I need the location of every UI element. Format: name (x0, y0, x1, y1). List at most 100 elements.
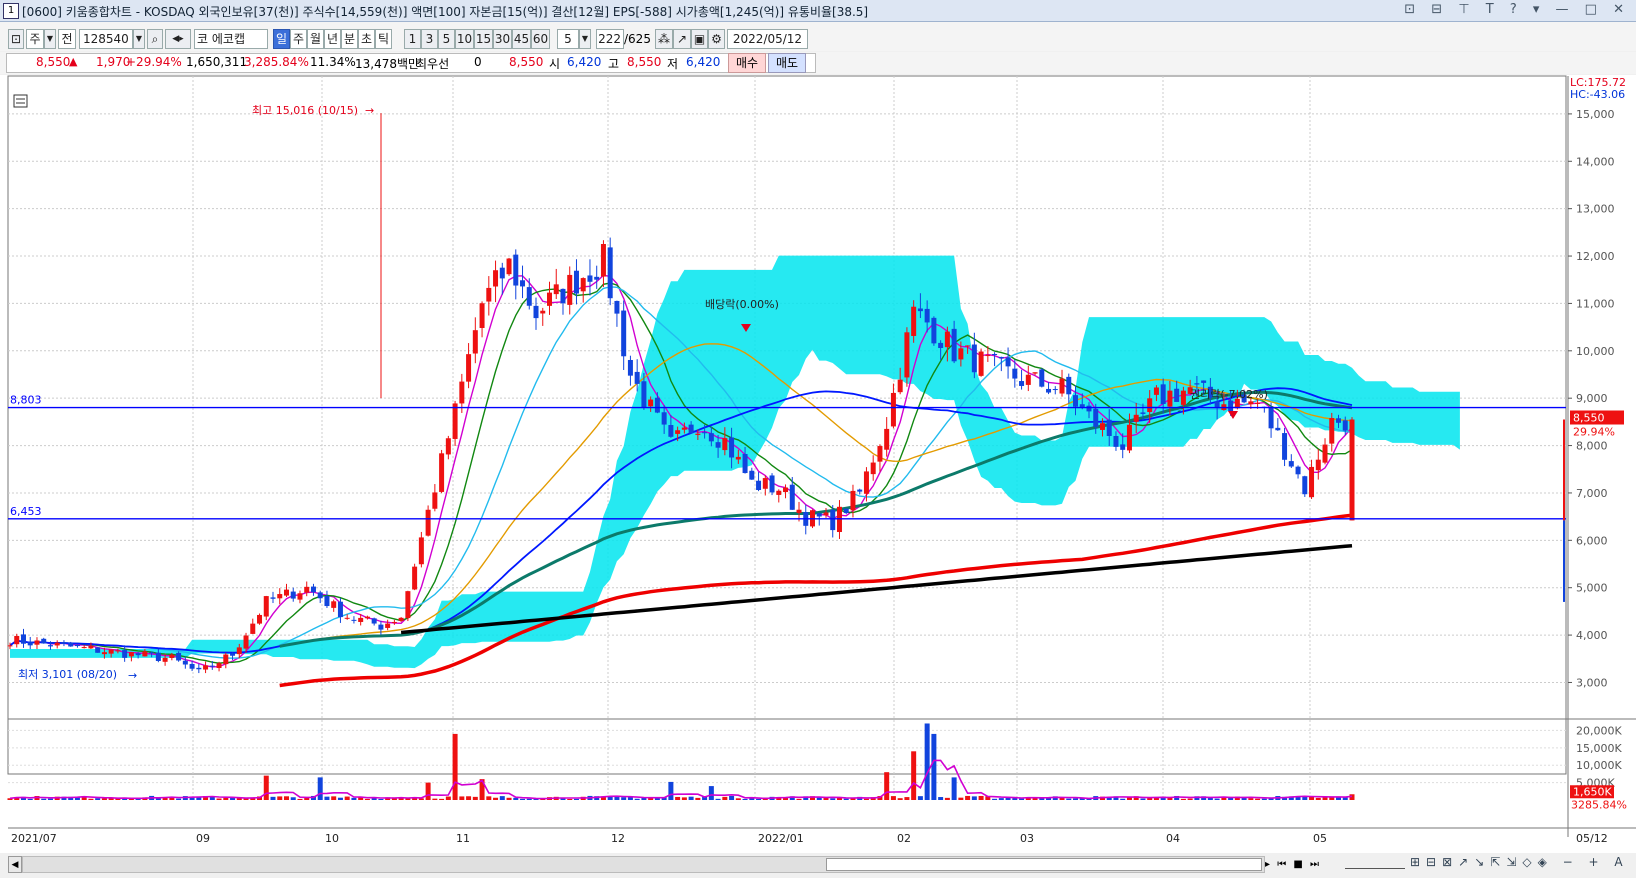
candle-body (41, 638, 47, 644)
layout-icon[interactable]: ⊡ (8, 29, 24, 49)
y-tick-label: 7,000 (1576, 487, 1608, 500)
pref-label: 최우선 (416, 57, 450, 71)
volume-bar (223, 797, 229, 800)
candle-body (68, 642, 74, 647)
volume-bar (911, 751, 917, 800)
candle-body (884, 428, 890, 450)
volume-bar (1187, 798, 1193, 800)
stock-nav-icon[interactable]: ◀▸ (165, 29, 191, 49)
count-input[interactable]: 5 (557, 29, 579, 49)
candle-body (196, 667, 202, 670)
volume-bar (884, 772, 890, 800)
range-input[interactable]: 222 (596, 29, 624, 49)
tab-tick[interactable]: 틱 (375, 29, 392, 49)
candle-body (155, 652, 161, 661)
y-tick-label: 5,000 (1576, 582, 1608, 595)
date-input[interactable]: 2022/05/12 ▦ (727, 29, 808, 64)
tab-day[interactable]: 일 (273, 29, 290, 49)
tab-year[interactable]: 년 (324, 29, 341, 49)
minute-option[interactable]: 1 (404, 29, 421, 49)
search-icon[interactable]: ⌕ (147, 29, 163, 49)
minute-option[interactable]: 60 (531, 29, 550, 49)
zoom-slider[interactable] (1345, 858, 1405, 869)
window-number[interactable]: 1 (3, 3, 19, 19)
candle-body (978, 351, 984, 376)
sell-button[interactable]: 매도 (768, 53, 806, 73)
minute-option[interactable]: 30 (493, 29, 512, 49)
tab-minute[interactable]: 분 (341, 29, 358, 49)
stock-code-input[interactable]: 128540 (79, 29, 133, 49)
tab-week[interactable]: 주 (290, 29, 307, 49)
volume-tick-label: 15,000K (1576, 742, 1622, 755)
chevron-down-icon[interactable]: ▼ (44, 29, 56, 49)
high-price: 8,550 (627, 55, 662, 69)
scroll-left-icon[interactable]: ◀ (8, 856, 22, 873)
open-price: 6,420 (567, 55, 602, 69)
minute-option[interactable]: 15 (474, 29, 493, 49)
candle-body (1046, 388, 1052, 393)
settings-icon[interactable]: ⚙ (708, 29, 725, 49)
candle-body (668, 425, 674, 437)
candle-body (331, 601, 337, 608)
scroll-nav-icons[interactable]: ▸ ⏮ ■ ⏭ (1265, 856, 1335, 873)
volume-bar (526, 798, 532, 800)
candle-body (762, 478, 768, 489)
period-week-select[interactable]: 주 (26, 29, 44, 49)
chart-type-icon[interactable]: ↗ (673, 29, 691, 49)
low-annotation: 최저 3,101 (08/20) (18, 668, 117, 681)
candle-body (553, 284, 559, 295)
candle-body (149, 652, 155, 654)
y-tick-label: 3,000 (1576, 676, 1608, 689)
volume-bar (499, 796, 505, 800)
grid-icon[interactable]: ⁂ (655, 29, 673, 49)
minute-option[interactable]: 5 (438, 29, 455, 49)
candle-body (965, 345, 971, 347)
window-control-icons[interactable]: ⊡ ⊟ ⊤ T ? ▾ — □ ✕ (1404, 2, 1630, 17)
volume-bar (1120, 798, 1126, 800)
y-tick-label: 10,000 (1576, 345, 1615, 358)
x-tick-label: 2022/01 (758, 832, 804, 845)
scroll-track[interactable] (22, 856, 1265, 873)
volume-bar (944, 797, 950, 800)
market-mark: 코 (197, 32, 209, 46)
volume-bar (614, 796, 620, 800)
pref-value: 0 (474, 55, 482, 69)
date-value: 2022/05/12 (732, 32, 803, 46)
code-dropdown-icon[interactable]: ▼ (133, 29, 145, 49)
volume-bar (573, 798, 579, 800)
volume-bar (445, 796, 451, 800)
low-arrow-icon: → (128, 669, 137, 682)
volume-bar (425, 782, 431, 800)
save-icon[interactable]: ▣ (691, 29, 708, 49)
count-dropdown-icon[interactable]: ▼ (579, 29, 591, 49)
tab-second[interactable]: 초 (358, 29, 375, 49)
volume-bar (1073, 798, 1079, 800)
candle-body (115, 650, 121, 652)
candle-body (445, 438, 451, 455)
y-tick-label: 11,000 (1576, 297, 1615, 310)
volume-bar (337, 797, 343, 800)
candle-body (1079, 404, 1085, 408)
volume-rate-tag: 3285.84% (1571, 798, 1627, 811)
candle-body (729, 437, 735, 458)
prev-button[interactable]: 전 (58, 29, 76, 49)
chart-tool-icons[interactable]: ⊞⊟⊠↗↘⇱⇲◇◈ − + A (1410, 855, 1629, 869)
volume-bar (978, 795, 984, 800)
candle-body (857, 489, 863, 492)
candle-body (344, 617, 350, 619)
candle-body (358, 617, 364, 622)
volume-bar (681, 797, 687, 800)
candle-body (1113, 435, 1119, 447)
scroll-thumb[interactable] (826, 858, 1262, 871)
tab-month[interactable]: 월 (307, 29, 324, 49)
volume-bar (520, 798, 526, 800)
minute-option[interactable]: 10 (455, 29, 474, 49)
buy-button[interactable]: 매수 (728, 53, 766, 73)
minute-option[interactable]: 3 (421, 29, 438, 49)
volume-bar (621, 797, 627, 800)
candle-body (931, 317, 937, 344)
volume-bar (904, 797, 910, 800)
stock-chart[interactable]: 8,803 6,453 2021/07 09 10 11 12 2022/01 02 03 04 0… (0, 75, 1636, 853)
candle-body (1039, 369, 1045, 387)
minute-option[interactable]: 45 (512, 29, 531, 49)
